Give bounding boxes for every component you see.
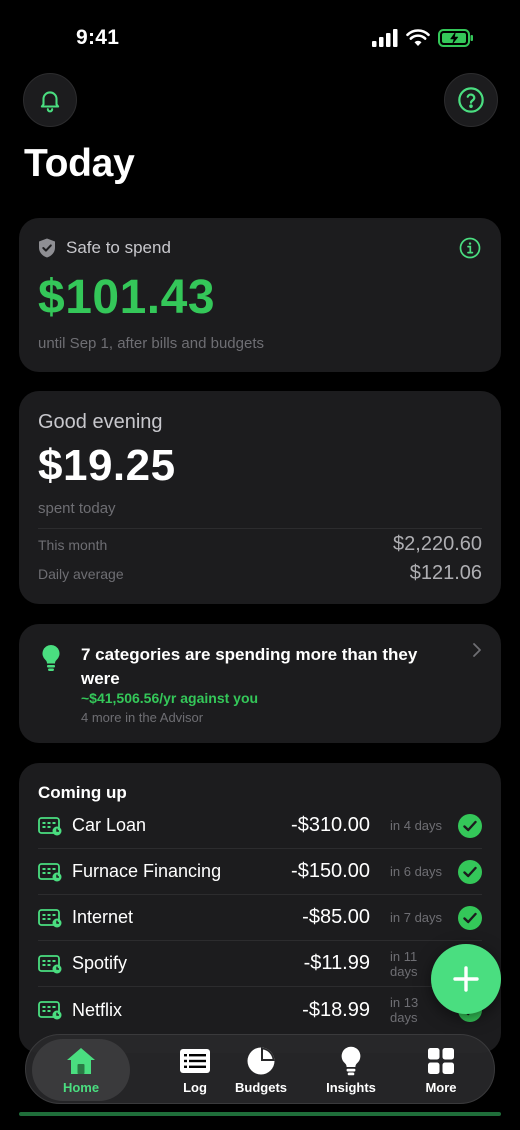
tab-budgets-label: Budgets	[235, 1080, 287, 1095]
bill-amount: -$310.00	[291, 814, 370, 836]
bill-due: in 6 days	[390, 864, 443, 879]
tab-more[interactable]: More	[396, 1035, 486, 1105]
tab-bar: Home Log Budgets Insights More	[25, 1034, 495, 1104]
divider	[38, 528, 482, 529]
signal-icon	[372, 29, 398, 47]
pie-chart-icon	[247, 1047, 275, 1075]
status-icons	[372, 28, 474, 48]
question-icon	[458, 87, 484, 113]
battery-icon	[438, 29, 473, 47]
notifications-button[interactable]	[23, 73, 77, 127]
bill-name: Netflix	[72, 999, 123, 1020]
home-icon	[67, 1048, 95, 1074]
tab-insights-label: Insights	[326, 1080, 376, 1095]
paid-check-icon[interactable]	[458, 813, 482, 838]
status-time: 9:41	[76, 26, 120, 49]
bill-row[interactable]: Spotify -$11.99 in 11 days	[38, 941, 482, 987]
help-button[interactable]	[444, 73, 498, 127]
tab-budgets[interactable]: Budgets	[216, 1035, 306, 1105]
lightbulb-icon	[341, 1046, 361, 1076]
bill-due: in 7 days	[390, 910, 443, 925]
spent-today-amount: $19.25	[38, 441, 176, 490]
coming-up-card: Coming up Car Loan -$310.00 in 4 days Furna…	[19, 763, 501, 1053]
bill-row[interactable]: Car Loan -$310.00 in 4 days	[38, 803, 482, 849]
chevron-right-icon	[473, 643, 481, 657]
paid-check-icon[interactable]	[458, 905, 482, 930]
this-month-row: This month $2,220.60	[38, 533, 482, 556]
bill-due: in 4 days	[390, 818, 443, 833]
plus-icon	[453, 966, 479, 992]
bill-row[interactable]: Furnace Financing -$150.00 in 6 days	[38, 849, 482, 895]
bill-amount: -$85.00	[302, 906, 370, 928]
calendar-bill-icon	[38, 816, 62, 835]
daily-average-label: Daily average	[38, 565, 124, 582]
bill-name: Car Loan	[72, 815, 147, 835]
safe-to-spend-header: Safe to spend	[38, 238, 171, 258]
bill-name: Internet	[72, 907, 134, 927]
grid-icon	[428, 1048, 454, 1074]
bill-row[interactable]: Netflix -$18.99 in 13 days	[38, 987, 482, 1033]
bill-name: Spotify	[72, 953, 128, 973]
info-icon[interactable]	[459, 237, 481, 259]
shield-check-icon	[39, 238, 55, 258]
advisor-amount: ~$41,506.56/yr against you	[81, 690, 259, 706]
calendar-bill-icon	[38, 1001, 62, 1020]
list-icon	[180, 1049, 210, 1073]
paid-check-icon[interactable]	[458, 859, 482, 884]
safe-to-spend-card[interactable]: Safe to spend $101.43 until Sep 1, after…	[19, 218, 501, 372]
bill-amount: -$150.00	[291, 860, 370, 882]
spent-today-label: spent today	[38, 500, 116, 517]
tab-insights[interactable]: Insights	[306, 1035, 396, 1105]
safe-to-spend-subtitle: until Sep 1, after bills and budgets	[38, 335, 264, 352]
coming-up-title: Coming up	[38, 783, 127, 802]
add-transaction-button[interactable]	[431, 944, 501, 1014]
bell-icon	[40, 91, 60, 113]
this-month-label: This month	[38, 536, 108, 553]
calendar-bill-icon	[38, 862, 62, 881]
tab-log-label: Log	[183, 1080, 207, 1095]
status-bar: 9:41	[0, 0, 520, 76]
spending-card[interactable]: Good evening $19.25 spent today This mon…	[19, 391, 501, 604]
safe-to-spend-amount: $101.43	[38, 271, 216, 324]
greeting: Good evening	[38, 411, 163, 433]
tab-more-label: More	[425, 1080, 457, 1095]
advisor-title: 7 categories are spending more than they…	[81, 645, 418, 688]
daily-average-value: $121.06	[409, 562, 482, 584]
advisor-more: 4 more in the Advisor	[81, 710, 204, 725]
bill-row[interactable]: Internet -$85.00 in 7 days	[38, 895, 482, 941]
calendar-bill-icon	[38, 954, 62, 973]
page-title: Today	[24, 142, 135, 185]
advisor-card[interactable]: 7 categories are spending more than they…	[19, 624, 501, 743]
bill-amount: -$18.99	[302, 998, 370, 1021]
tab-home-label: Home	[62, 1080, 100, 1095]
bill-amount: -$11.99	[303, 952, 370, 974]
wifi-icon	[406, 29, 430, 46]
tab-home[interactable]: Home	[32, 1039, 130, 1101]
safe-to-spend-label: Safe to spend	[66, 238, 171, 257]
daily-average-row: Daily average $121.06	[38, 562, 482, 585]
bill-name: Furnace Financing	[72, 861, 222, 881]
this-month-value: $2,220.60	[393, 533, 482, 555]
calendar-bill-icon	[38, 908, 62, 927]
lightbulb-icon	[42, 644, 60, 671]
